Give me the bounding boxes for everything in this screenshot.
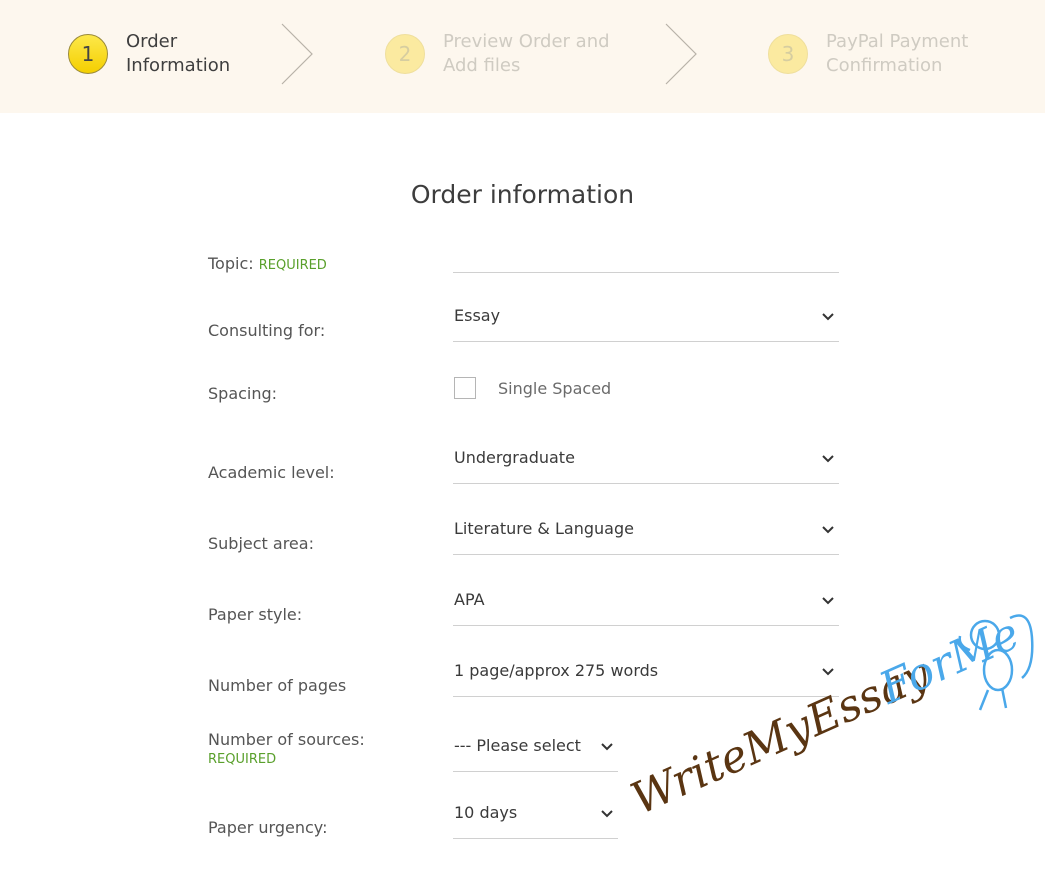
step-paypal-confirmation[interactable]: 3 PayPal Payment Confirmation — [768, 30, 968, 78]
watermark-logo: WriteMyEssay ForMe — [630, 608, 1034, 825]
paper-urgency-select[interactable]: 10 days — [453, 801, 618, 839]
step-label-line2: Information — [126, 55, 231, 76]
number-of-pages-value: 1 page/approx 275 words — [454, 661, 659, 680]
step-separator-chevron-icon — [281, 23, 313, 85]
topic-input[interactable] — [453, 235, 839, 273]
step-preview-order[interactable]: 2 Preview Order and Add files — [385, 30, 610, 78]
spacing-label: Spacing: — [208, 384, 278, 403]
subject-area-label: Subject area: — [208, 534, 314, 553]
paper-style-label: Paper style: — [208, 605, 303, 624]
step-label: PayPal Payment Confirmation — [826, 30, 968, 78]
paper-style-value: APA — [454, 590, 485, 609]
step-label: Preview Order and Add files — [443, 30, 610, 78]
academic-level-value: Undergraduate — [454, 448, 575, 467]
step-number-badge: 3 — [768, 34, 808, 74]
required-tag: REQUIRED — [258, 258, 327, 273]
academic-level-label: Academic level: — [208, 463, 335, 482]
chevron-down-icon — [822, 313, 834, 321]
paper-urgency-label: Paper urgency: — [208, 818, 328, 837]
chevron-down-icon — [601, 743, 613, 751]
topic-label: Topic: REQUIRED — [208, 254, 327, 273]
consulting-for-value: Essay — [454, 306, 501, 325]
page-title: Order information — [410, 180, 635, 209]
chevron-down-icon — [822, 455, 834, 463]
consulting-for-select[interactable]: Essay — [453, 304, 839, 342]
number-of-pages-label: Number of pages — [208, 676, 347, 695]
number-of-sources-label-text: Number of sources: — [208, 730, 365, 749]
step-separator-chevron-icon — [665, 23, 697, 85]
chevron-down-icon — [601, 810, 613, 818]
step-label-line2: Add files — [443, 55, 521, 76]
step-number-badge: 1 — [68, 34, 108, 74]
number-of-sources-value: --- Please select — [454, 736, 581, 755]
step-label-line1: PayPal Payment — [826, 31, 969, 52]
single-spaced-checkbox[interactable] — [454, 377, 476, 399]
single-spaced-label[interactable]: Single Spaced — [498, 379, 611, 398]
step-label-line1: Order — [126, 31, 178, 52]
subject-area-value: Literature & Language — [454, 519, 634, 538]
step-label-line1: Preview Order and — [443, 31, 610, 52]
number-of-sources-select[interactable]: --- Please select — [453, 734, 618, 772]
step-order-information[interactable]: 1 Order Information — [68, 30, 230, 78]
required-tag: REQUIRED — [208, 752, 277, 767]
topic-label-text: Topic: — [208, 254, 254, 273]
step-number-badge: 2 — [385, 34, 425, 74]
paper-urgency-value: 10 days — [454, 803, 518, 822]
academic-level-select[interactable]: Undergraduate — [453, 446, 839, 484]
step-label-line2: Confirmation — [826, 55, 943, 76]
consulting-for-label: Consulting for: — [208, 321, 326, 340]
number-of-sources-label: Number of sources: REQUIRED — [208, 730, 365, 767]
step-label: Order Information — [126, 30, 230, 78]
chevron-down-icon — [822, 526, 834, 534]
subject-area-select[interactable]: Literature & Language — [453, 517, 839, 555]
order-stepper: 1 Order Information 2 Preview Order and … — [0, 0, 1045, 113]
